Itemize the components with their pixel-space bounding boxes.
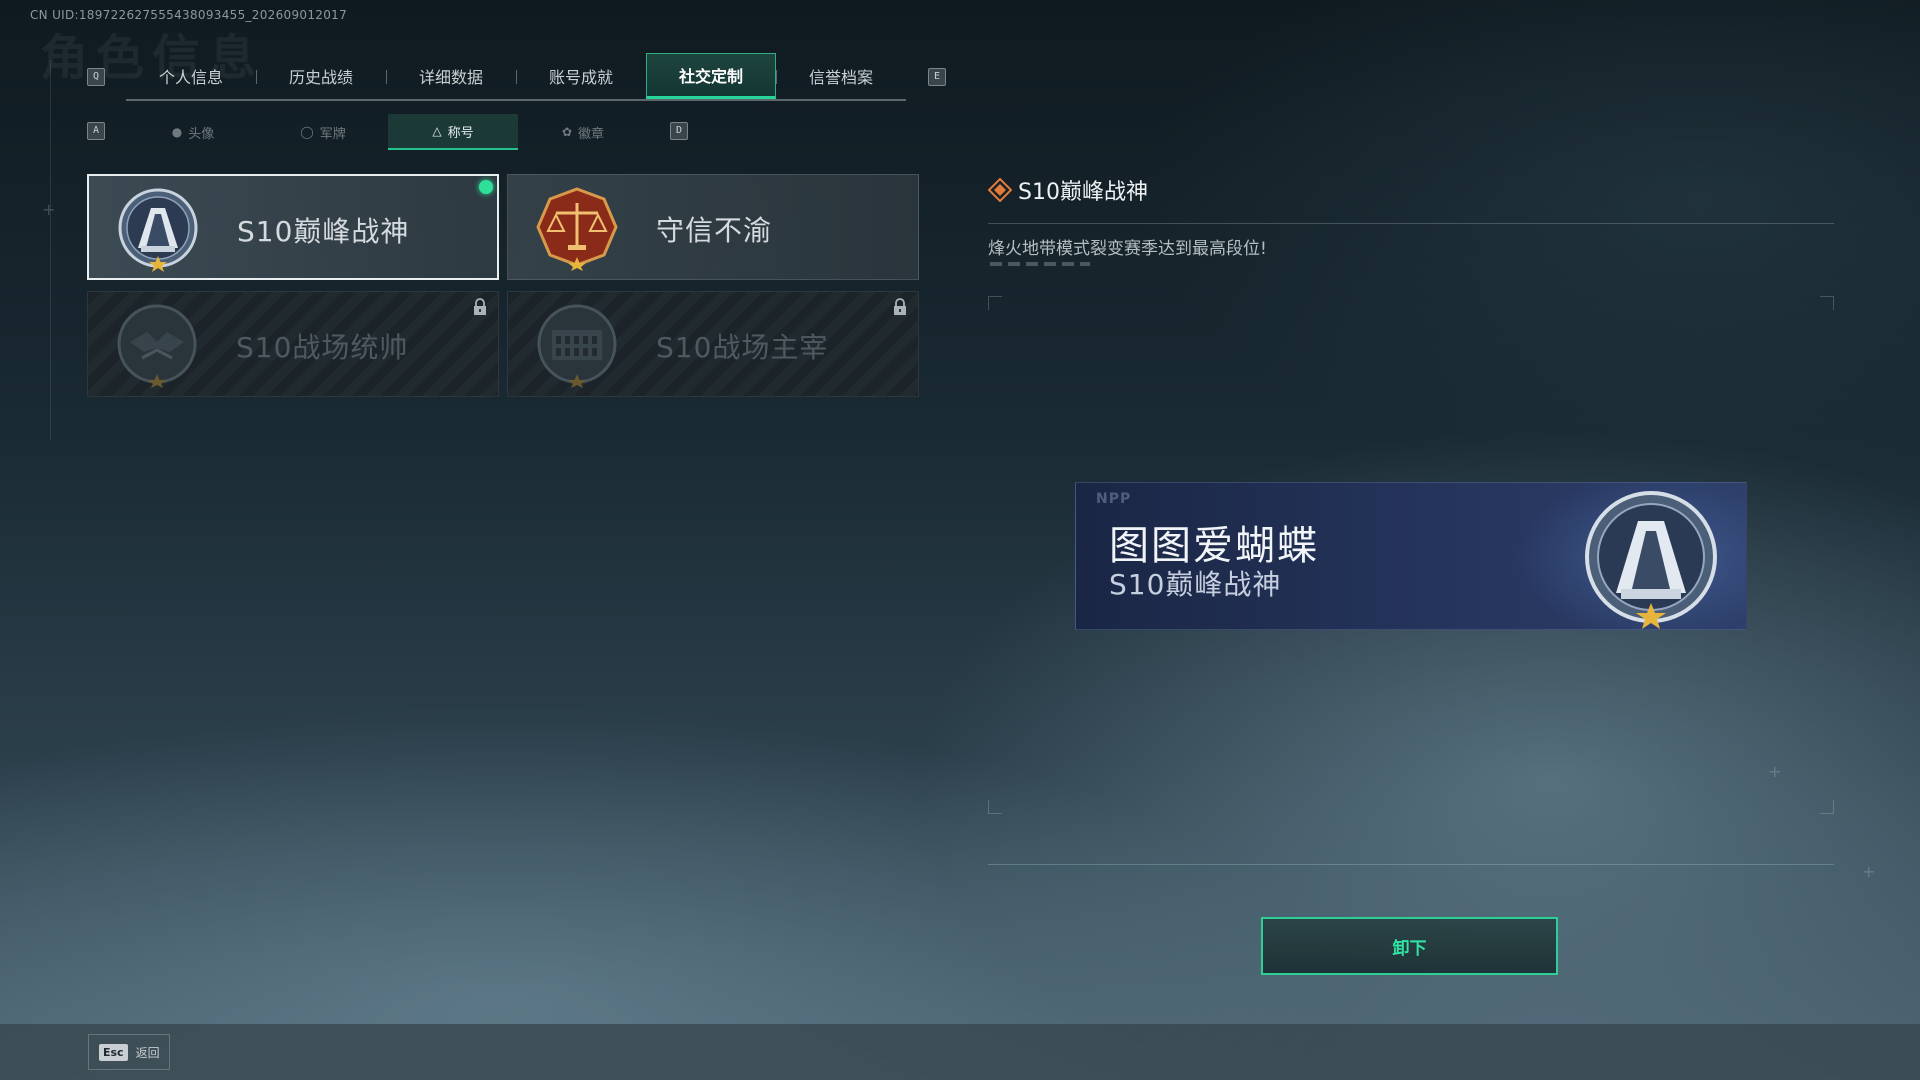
detail-description: 烽火地带模式裂变赛季达到最高段位! <box>988 239 1267 259</box>
lock-icon <box>894 298 906 315</box>
subtab-dog-tag-label: 军牌 <box>319 126 346 142</box>
frame-corner <box>1820 800 1834 814</box>
decoration-marks <box>990 262 1090 266</box>
frame-line <box>50 60 51 440</box>
frame-corner <box>988 296 1002 310</box>
colosseum-badge-icon <box>537 304 617 388</box>
esc-key: Esc <box>99 1043 128 1061</box>
dragon-badge-icon <box>117 304 197 388</box>
frame-corner <box>1820 296 1834 310</box>
prev-tab-key-q[interactable]: Q <box>87 68 105 86</box>
divider <box>988 864 1834 865</box>
equipped-indicator <box>479 180 493 194</box>
subtab-title[interactable]: △ 称号 <box>388 114 518 150</box>
person-icon: ● <box>171 125 183 139</box>
wing-icon: ✿ <box>561 125 573 139</box>
tab-personal-info[interactable]: 个人信息 <box>126 53 256 99</box>
detail-title: S10巅峰战神 <box>1018 180 1148 205</box>
subtab-emblem-label: 徽章 <box>578 126 605 142</box>
lock-icon <box>474 298 486 315</box>
tab-match-history[interactable]: 历史战绩 <box>256 53 386 99</box>
title-card-battlefield-commander[interactable]: S10战场统帅 <box>87 291 499 397</box>
title-card-peak-war-god[interactable]: S10巅峰战神 <box>87 174 499 280</box>
plus-decoration: + <box>42 200 56 219</box>
title-card-name: S10战场主宰 <box>656 331 829 364</box>
diamond-icon <box>988 178 1012 202</box>
tab-detailed-stats[interactable]: 详细数据 <box>386 53 516 99</box>
title-card-keep-faith[interactable]: 守信不渝 <box>507 174 919 280</box>
nameplate-logo: NPP <box>1096 491 1132 507</box>
plus-decoration: + <box>1862 862 1876 881</box>
main-tabs: 个人信息 历史战绩 详细数据 账号成就 社交定制 信誉档案 <box>126 53 906 101</box>
frame-corner <box>988 800 1002 814</box>
tab-credit-profile[interactable]: 信誉档案 <box>776 53 906 99</box>
nameplate-preview: NPP 图图爱蝴蝶 S10巅峰战神 <box>1075 482 1747 630</box>
sub-tabs: ● 头像 ◯ 军牌 △ 称号 ✿ 徽章 <box>128 114 648 150</box>
shield-icon: ◯ <box>300 125 314 139</box>
prev-subtab-key-a[interactable]: A <box>87 122 105 140</box>
peak-war-god-badge-icon <box>118 188 198 272</box>
scales-badge-icon <box>536 187 618 271</box>
peak-war-god-badge-icon <box>1585 491 1717 629</box>
title-card-name: S10巅峰战神 <box>237 215 410 248</box>
back-label: 返回 <box>135 1045 160 1060</box>
title-card-battlefield-dominator[interactable]: S10战场主宰 <box>507 291 919 397</box>
subtab-avatar-label: 头像 <box>188 126 215 142</box>
subtab-emblem[interactable]: ✿ 徽章 <box>518 114 648 150</box>
unequip-button[interactable]: 卸下 <box>1261 917 1558 975</box>
next-tab-key-e[interactable]: E <box>928 68 946 86</box>
subtab-dog-tag[interactable]: ◯ 军牌 <box>258 114 388 150</box>
nameplate-title: S10巅峰战神 <box>1109 568 1282 601</box>
tab-account-achievements[interactable]: 账号成就 <box>516 53 646 99</box>
back-button[interactable]: Esc 返回 <box>88 1034 170 1070</box>
bottom-bar <box>0 1024 1920 1080</box>
triangle-icon: △ <box>432 124 442 138</box>
title-card-name: S10战场统帅 <box>236 331 409 364</box>
divider <box>988 223 1834 224</box>
subtab-title-label: 称号 <box>447 125 474 141</box>
plus-decoration: + <box>1768 762 1782 781</box>
title-card-name: 守信不渝 <box>656 214 773 247</box>
subtab-avatar[interactable]: ● 头像 <box>128 114 258 150</box>
next-subtab-key-d[interactable]: D <box>670 122 688 140</box>
tab-social-customization[interactable]: 社交定制 <box>646 53 776 99</box>
